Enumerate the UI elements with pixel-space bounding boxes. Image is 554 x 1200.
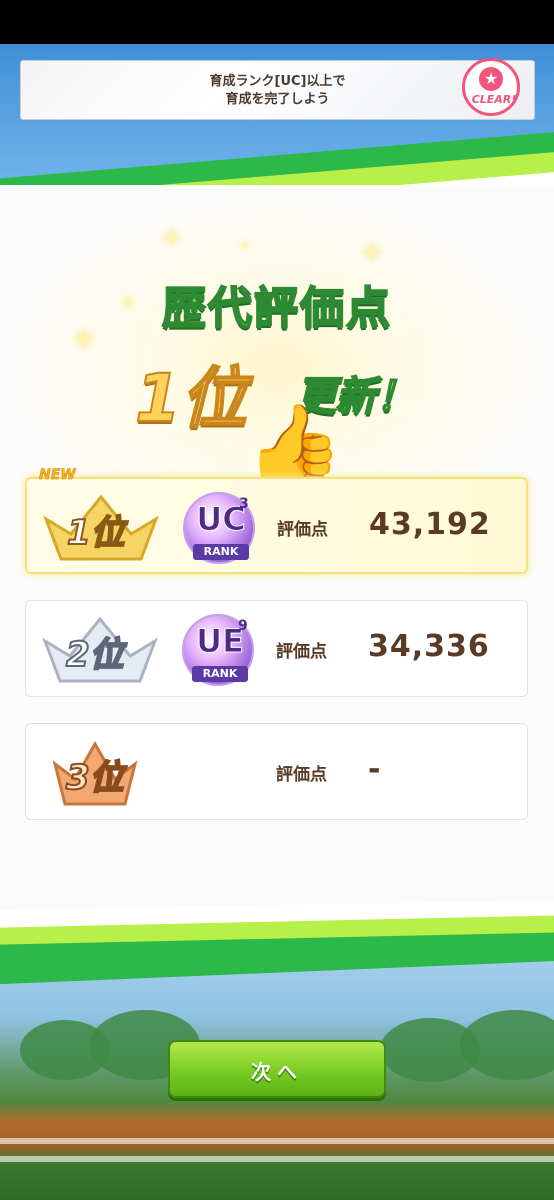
sparkle-icon: ✦ bbox=[360, 236, 384, 269]
ranking-row-1: NEW 1位 UC 3 RANK 評価点 43,192 bbox=[25, 467, 528, 574]
score-label: 評価点 bbox=[277, 520, 328, 540]
mission-line-1: 育成ランク[UC]以上で bbox=[209, 74, 346, 89]
score-label: 評価点 bbox=[276, 765, 327, 785]
headline-title: 歴代評価点 bbox=[161, 282, 392, 335]
rank-badge-ue: UE 9 RANK bbox=[182, 614, 254, 686]
mission-banner: 育成ランク[UC]以上で 育成を完了しよう bbox=[20, 60, 535, 120]
next-button[interactable]: 次へ bbox=[168, 1040, 386, 1098]
clear-badge: ★ CLEAR! bbox=[462, 58, 520, 116]
new-tag: NEW bbox=[39, 467, 76, 484]
score-value: 34,336 bbox=[368, 629, 490, 664]
ranking-row-3: 3位 評価点 - bbox=[25, 723, 528, 820]
rank-word: RANK bbox=[192, 666, 248, 682]
sparkle-icon: ✦ bbox=[238, 236, 252, 255]
status-bar bbox=[0, 0, 554, 44]
score-label: 評価点 bbox=[276, 642, 327, 662]
star-icon: ★ bbox=[483, 69, 499, 88]
score-value: 43,192 bbox=[369, 507, 491, 542]
mission-line-2: 育成を完了しよう bbox=[225, 92, 330, 107]
mission-text: 育成ランク[UC]以上で 育成を完了しよう bbox=[21, 73, 534, 109]
ranking-row-2: 2位 UE 9 RANK 評価点 34,336 bbox=[25, 600, 528, 697]
rank-badge-uc: UC 3 RANK bbox=[183, 492, 255, 564]
clear-label: CLEAR! bbox=[471, 93, 517, 106]
next-button-label: 次へ bbox=[251, 1060, 303, 1084]
rank-superscript: 3 bbox=[239, 496, 249, 512]
sparkle-icon: ✦ bbox=[160, 222, 184, 255]
place-label: 1位 bbox=[66, 512, 126, 554]
bottom-stripes bbox=[0, 900, 554, 985]
score-value: - bbox=[368, 752, 382, 787]
place-label: 2位 bbox=[65, 634, 125, 676]
rank-superscript: 9 bbox=[238, 618, 248, 634]
place-label: 3位 bbox=[65, 757, 125, 799]
rank-word: RANK bbox=[193, 544, 249, 560]
headline-rank: 1位 bbox=[134, 359, 248, 438]
